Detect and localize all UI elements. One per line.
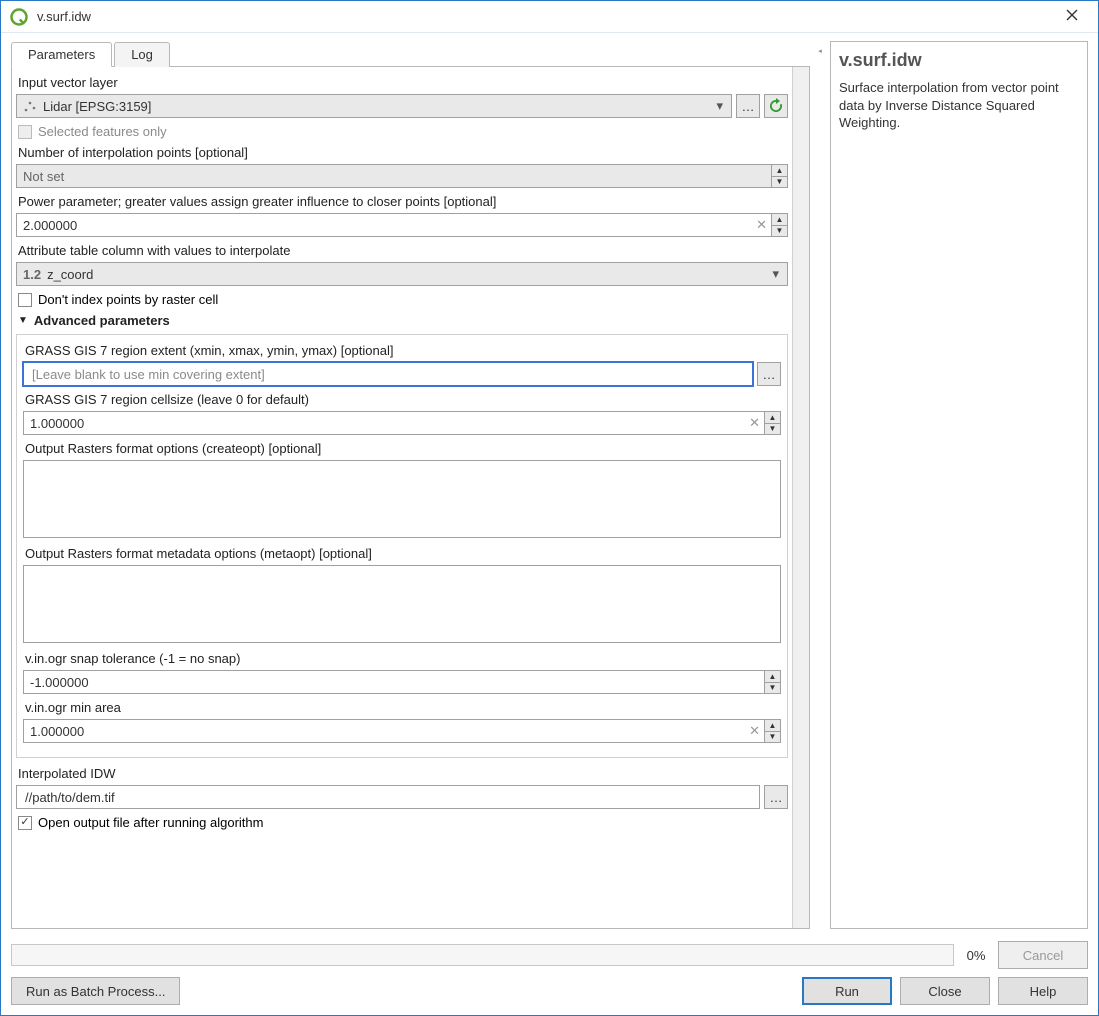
selected-only-label: Selected features only — [38, 124, 167, 139]
snap-value: -1.000000 — [30, 675, 764, 690]
output-label: Interpolated IDW — [18, 766, 788, 781]
power-value: 2.000000 — [23, 218, 756, 233]
attr-select[interactable]: 1.2 z_coord ▾ — [16, 262, 788, 286]
clear-icon[interactable]: ✕ — [756, 217, 767, 233]
iterate-button[interactable] — [764, 94, 788, 118]
tab-bar: Parameters Log — [11, 42, 810, 67]
vertical-scrollbar[interactable] — [792, 67, 809, 928]
triangle-down-icon: ▼ — [18, 315, 28, 326]
selected-only-check: Selected features only — [18, 124, 788, 139]
title-bar: v.surf.idw — [1, 1, 1098, 33]
window-close-button[interactable] — [1054, 9, 1090, 24]
tab-log[interactable]: Log — [114, 42, 170, 67]
advanced-toggle[interactable]: ▼ Advanced parameters — [18, 313, 788, 328]
cellsize-label: GRASS GIS 7 region cellsize (leave 0 for… — [25, 392, 781, 407]
splitter-icon — [818, 41, 822, 56]
cancel-button: Cancel — [998, 941, 1088, 969]
main-area: Parameters Log Input vector layer — [11, 41, 1088, 929]
minarea-label: v.in.ogr min area — [25, 700, 781, 715]
snap-label: v.in.ogr snap tolerance (-1 = no snap) — [25, 651, 781, 666]
dialog-window: v.surf.idw Parameters Log Input vector l… — [0, 0, 1099, 1016]
progress-percent: 0% — [962, 948, 990, 963]
tab-parameters[interactable]: Parameters — [11, 42, 112, 67]
input-layer-combo[interactable]: Lidar [EPSG:3159] ▾ — [16, 94, 732, 118]
selected-only-checkbox — [18, 125, 32, 139]
close-button[interactable]: Close — [900, 977, 990, 1005]
minarea-spin[interactable]: 1.000000 ✕ ▲▼ — [23, 719, 781, 743]
tab-content: Input vector layer Lidar [EPSG:3159] ▾ … — [11, 66, 810, 929]
advanced-header: Advanced parameters — [34, 313, 170, 328]
npoints-value: Not set — [23, 169, 771, 184]
metaopt-label: Output Rasters format metadata options (… — [25, 546, 781, 561]
extent-picker-button[interactable]: … — [757, 362, 781, 386]
attr-prefix: 1.2 — [23, 267, 41, 282]
window-title: v.surf.idw — [37, 9, 1054, 24]
help-title: v.surf.idw — [839, 50, 1079, 71]
extent-label: GRASS GIS 7 region extent (xmin, xmax, y… — [25, 343, 781, 358]
minarea-value: 1.000000 — [30, 724, 749, 739]
ellipsis-icon: … — [770, 790, 783, 805]
output-browse-button[interactable]: … — [764, 785, 788, 809]
cellsize-spin-buttons[interactable]: ▲▼ — [764, 412, 780, 434]
run-button[interactable]: Run — [802, 977, 892, 1005]
npoints-label: Number of interpolation points [optional… — [18, 145, 788, 160]
open-output-label: Open output file after running algorithm — [38, 815, 263, 830]
point-layer-icon — [23, 99, 37, 113]
chevron-down-icon: ▾ — [714, 98, 725, 114]
open-output-check[interactable]: Open output file after running algorithm — [18, 815, 788, 830]
button-row: Run as Batch Process... Run Close Help — [11, 977, 1088, 1005]
browse-layer-button[interactable]: … — [736, 94, 760, 118]
output-path-input[interactable] — [16, 785, 760, 809]
open-output-checkbox[interactable] — [18, 816, 32, 830]
clear-icon[interactable]: ✕ — [749, 415, 760, 431]
scroll-pane: Input vector layer Lidar [EPSG:3159] ▾ … — [12, 67, 792, 928]
input-layer-label: Input vector layer — [18, 75, 788, 90]
extent-input[interactable] — [23, 362, 753, 386]
cellsize-value: 1.000000 — [30, 416, 749, 431]
iterate-icon — [768, 98, 784, 114]
ellipsis-icon: … — [763, 367, 776, 382]
noindex-label: Don't index points by raster cell — [38, 292, 218, 307]
power-spin-buttons[interactable]: ▲▼ — [771, 214, 787, 236]
qgis-icon — [9, 7, 29, 27]
dialog-body: Parameters Log Input vector layer — [1, 33, 1098, 1015]
createopt-textarea[interactable] — [23, 460, 781, 538]
noindex-check[interactable]: Don't index points by raster cell — [18, 292, 788, 307]
chevron-down-icon: ▾ — [770, 266, 781, 282]
input-layer-value: Lidar [EPSG:3159] — [43, 99, 714, 114]
cellsize-spin[interactable]: 1.000000 ✕ ▲▼ — [23, 411, 781, 435]
splitter-handle[interactable] — [816, 41, 824, 929]
power-label: Power parameter; greater values assign g… — [18, 194, 788, 209]
close-icon — [1066, 9, 1078, 21]
run-batch-button[interactable]: Run as Batch Process... — [11, 977, 180, 1005]
help-description: Surface interpolation from vector point … — [839, 79, 1079, 132]
output-path-field[interactable] — [23, 786, 753, 808]
advanced-group: GRASS GIS 7 region extent (xmin, xmax, y… — [16, 334, 788, 758]
npoints-spin-buttons[interactable]: ▲▼ — [771, 165, 787, 187]
progress-bar — [11, 944, 954, 966]
snap-spin-buttons[interactable]: ▲▼ — [764, 671, 780, 693]
power-spin[interactable]: 2.000000 ✕ ▲▼ — [16, 213, 788, 237]
snap-spin[interactable]: -1.000000 ▲▼ — [23, 670, 781, 694]
params-scroll-inner: Input vector layer Lidar [EPSG:3159] ▾ … — [16, 71, 790, 924]
attr-value: z_coord — [47, 267, 770, 282]
metaopt-textarea[interactable] — [23, 565, 781, 643]
npoints-spin[interactable]: Not set ▲▼ — [16, 164, 788, 188]
minarea-spin-buttons[interactable]: ▲▼ — [764, 720, 780, 742]
noindex-checkbox[interactable] — [18, 293, 32, 307]
attr-label: Attribute table column with values to in… — [18, 243, 788, 258]
extent-input-field[interactable] — [30, 363, 746, 385]
createopt-label: Output Rasters format options (createopt… — [25, 441, 781, 456]
left-pane: Parameters Log Input vector layer — [11, 41, 810, 929]
help-button[interactable]: Help — [998, 977, 1088, 1005]
clear-icon[interactable]: ✕ — [749, 723, 760, 739]
ellipsis-icon: … — [742, 99, 755, 114]
help-pane: v.surf.idw Surface interpolation from ve… — [830, 41, 1088, 929]
progress-row: 0% Cancel — [11, 941, 1088, 969]
